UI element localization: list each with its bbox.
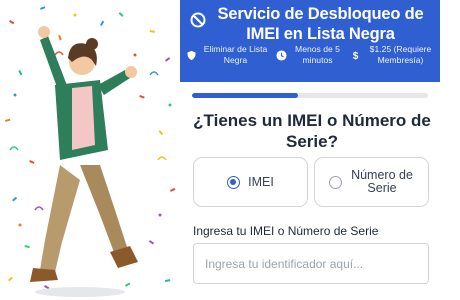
radio-imei[interactable] (227, 175, 241, 189)
progress-bar (192, 93, 428, 98)
celebrating-woman-image (4, 6, 176, 297)
feature-label: Eliminar de Lista Negra (203, 44, 268, 65)
page-title: Servicio de Desbloqueo de IMEI en Lista … (217, 5, 424, 43)
feature-price: $ $1.25 (Requiere Membresía) (350, 44, 436, 66)
option-serial-number[interactable]: Número de Serie (314, 157, 429, 207)
option-label: IMEI (248, 174, 274, 189)
identifier-input[interactable] (193, 243, 429, 284)
feature-label: $1.25 (Requiere Membresía) (369, 44, 432, 65)
option-label: Número de Serie (351, 168, 413, 195)
ban-icon (190, 12, 206, 28)
form-question: ¿Tienes un IMEI o Número de Serie? (193, 111, 431, 151)
option-imei[interactable]: IMEI (193, 157, 308, 207)
shield-icon (187, 50, 196, 60)
feature-blacklist: Eliminar de Lista Negra (186, 44, 270, 66)
service-header: Servicio de Desbloqueo de IMEI en Lista … (180, 0, 440, 82)
feature-time: Menos de 5 minutos (276, 44, 344, 66)
dollar-icon: $ (353, 51, 359, 61)
identifier-type-options: IMEI Número de Serie (193, 157, 429, 207)
radio-serial-number[interactable] (329, 175, 342, 189)
feature-list: Eliminar de Lista Negra Menos de 5 minut… (186, 44, 436, 66)
feature-label: Menos de 5 minutos (295, 44, 340, 65)
svg-text:$: $ (353, 51, 359, 61)
unlock-service-card: Servicio de Desbloqueo de IMEI en Lista … (180, 0, 440, 300)
progress-fill (192, 93, 299, 98)
header-title-row: Servicio de Desbloqueo de IMEI en Lista … (190, 4, 435, 44)
identifier-field-label: Ingresa tu IMEI o Número de Serie (193, 224, 379, 238)
clock-icon (276, 49, 287, 61)
celebration-illustration (0, 0, 180, 300)
